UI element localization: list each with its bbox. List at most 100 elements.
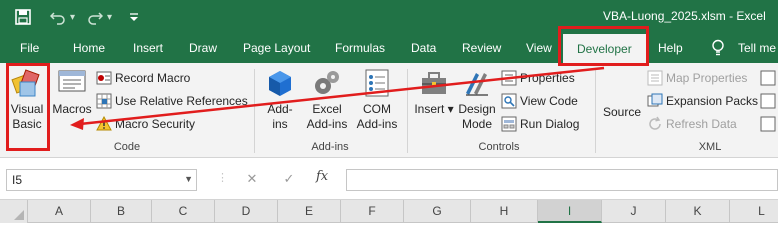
- design-mode-label-line2: Mode: [461, 117, 493, 131]
- column-header[interactable]: L: [730, 200, 778, 223]
- redo-dropdown-icon[interactable]: ▾: [107, 12, 112, 23]
- code-group-label: Code: [113, 141, 141, 153]
- run-dialog-button[interactable]: Run Dialog: [501, 114, 579, 134]
- controls-group-label: Controls: [478, 141, 520, 153]
- xml-group-label: XML: [698, 141, 722, 153]
- tab-file[interactable]: File: [20, 41, 39, 55]
- tab-home[interactable]: Home: [73, 41, 105, 55]
- com-add-ins-button[interactable]: COM Add-ins: [353, 67, 401, 132]
- undo-icon[interactable]: [48, 7, 68, 27]
- title-bar: ▾ ▾ VBA-Luong_2025.xlsm - Excel: [0, 0, 778, 34]
- macros-button[interactable]: Macros: [52, 67, 92, 117]
- refresh-icon: [649, 116, 661, 130]
- design-mode-icon: [466, 73, 488, 96]
- tab-page-layout[interactable]: Page Layout: [243, 41, 310, 55]
- column-header[interactable]: G: [404, 200, 471, 223]
- window-title: VBA-Luong_2025.xlsm - Excel: [603, 9, 766, 23]
- view-code-icon: [501, 93, 517, 109]
- cancel-icon[interactable]: ✕: [243, 171, 261, 189]
- column-headers: A B C D E F G H I J K L: [0, 200, 778, 223]
- relative-references-icon: [96, 93, 112, 109]
- source-label: Source: [602, 105, 642, 119]
- view-code-label: View Code: [520, 94, 578, 108]
- map-properties-icon: [647, 70, 663, 86]
- tab-tell-me[interactable]: Tell me: [738, 41, 776, 55]
- com-add-ins-label-line1: COM: [363, 102, 391, 116]
- formula-bar: I5 ▼ ⋮ ✕ ✓ fx: [0, 158, 778, 200]
- expansion-packs-button[interactable]: Expansion Packs: [647, 91, 758, 111]
- map-properties-label: Map Properties: [666, 71, 748, 85]
- use-relative-references-label: Use Relative References: [115, 94, 248, 108]
- chevron-down-icon[interactable]: ▼: [184, 174, 193, 184]
- xml-export-icon[interactable]: [760, 91, 778, 111]
- tab-view[interactable]: View: [526, 41, 552, 55]
- expansion-packs-icon: [647, 93, 663, 107]
- group-divider: [595, 69, 596, 153]
- macros-label: Macros: [52, 102, 92, 116]
- formula-bar-grip[interactable]: ⋮: [217, 171, 228, 184]
- group-divider: [407, 69, 408, 153]
- insert-controls-label: Insert ▾: [414, 102, 454, 116]
- column-header[interactable]: B: [91, 200, 152, 223]
- excel-add-ins-button[interactable]: Excel Add-ins: [303, 67, 351, 132]
- ribbon-body: Visual Basic Macros Record Macro Use Rel…: [0, 63, 778, 158]
- macro-security-label: Macro Security: [115, 117, 196, 131]
- toolbox-icon: [422, 72, 446, 94]
- column-header[interactable]: E: [278, 200, 341, 223]
- undo-dropdown-icon[interactable]: ▾: [70, 12, 75, 23]
- run-dialog-label: Run Dialog: [520, 117, 580, 131]
- add-ins-label-line1: Add-: [267, 102, 293, 116]
- column-header[interactable]: J: [602, 200, 666, 223]
- enter-icon[interactable]: ✓: [280, 171, 298, 189]
- ribbon-tabs: File Home Insert Draw Page Layout Formul…: [0, 34, 778, 65]
- save-icon[interactable]: [13, 7, 33, 27]
- column-header-selected[interactable]: I: [538, 200, 602, 223]
- tab-data[interactable]: Data: [411, 41, 436, 55]
- xml-extra-icon[interactable]: [760, 114, 778, 134]
- xml-import-icon[interactable]: [760, 68, 778, 88]
- name-box[interactable]: I5 ▼: [6, 169, 197, 191]
- add-ins-group-label: Add-ins: [311, 141, 349, 153]
- column-header[interactable]: C: [152, 200, 215, 223]
- view-code-button[interactable]: View Code: [501, 91, 578, 111]
- macro-security-button[interactable]: Macro Security: [96, 114, 195, 134]
- group-divider: [254, 69, 255, 153]
- tab-help[interactable]: Help: [658, 41, 683, 55]
- properties-icon: [501, 70, 517, 86]
- design-mode-button[interactable]: Design Mode: [456, 67, 498, 132]
- redo-icon[interactable]: [85, 7, 105, 27]
- tab-draw[interactable]: Draw: [189, 41, 217, 55]
- tab-insert[interactable]: Insert: [133, 41, 163, 55]
- formula-input[interactable]: [346, 169, 778, 191]
- expansion-packs-label: Expansion Packs: [666, 94, 759, 108]
- excel-add-ins-label-line1: Excel: [312, 102, 342, 116]
- column-header[interactable]: A: [28, 200, 91, 223]
- add-ins-button[interactable]: Add- ins: [262, 67, 298, 132]
- design-mode-label-line1: Design: [458, 102, 496, 116]
- column-header[interactable]: F: [341, 200, 404, 223]
- add-ins-label-line2: ins: [272, 117, 288, 131]
- excel-add-ins-label-line2: Add-ins: [306, 117, 348, 131]
- xml-source-button[interactable]: Source: [602, 83, 642, 120]
- insert-controls-button[interactable]: Insert ▾: [414, 67, 454, 117]
- map-properties-button[interactable]: Map Properties: [647, 68, 747, 88]
- name-box-value: I5: [12, 173, 23, 187]
- record-macro-button[interactable]: Record Macro: [96, 68, 190, 88]
- refresh-data-button[interactable]: Refresh Data: [647, 114, 737, 134]
- lightbulb-icon: [711, 39, 727, 57]
- select-all-button[interactable]: [0, 200, 28, 223]
- tab-formulas[interactable]: Formulas: [335, 41, 385, 55]
- tab-review[interactable]: Review: [462, 41, 501, 55]
- warning-icon: [96, 116, 112, 131]
- refresh-data-label: Refresh Data: [666, 117, 737, 131]
- column-header[interactable]: D: [215, 200, 278, 223]
- insert-function-icon[interactable]: fx: [316, 169, 336, 189]
- properties-label: Properties: [520, 71, 575, 85]
- use-relative-references-button[interactable]: Use Relative References: [96, 91, 248, 111]
- macros-icon: [58, 70, 86, 92]
- column-header[interactable]: K: [666, 200, 730, 223]
- gear-icon: [315, 71, 339, 94]
- customize-qat-icon[interactable]: [124, 7, 144, 27]
- properties-button[interactable]: Properties: [501, 68, 575, 88]
- column-header[interactable]: H: [471, 200, 538, 223]
